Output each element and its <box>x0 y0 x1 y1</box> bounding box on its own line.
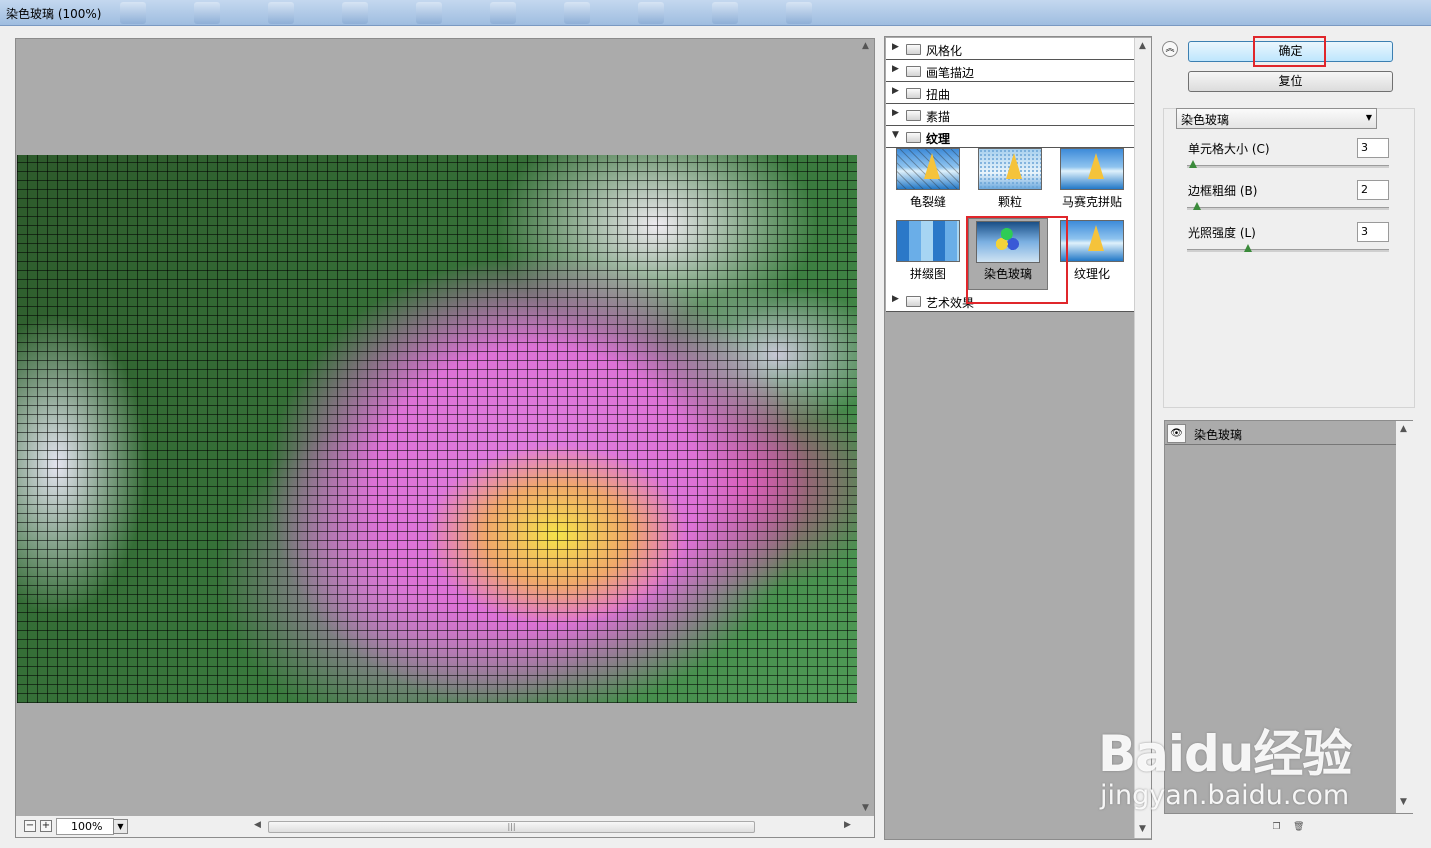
filter-select-value: 染色玻璃 <box>1181 113 1230 127</box>
window-title: 染色玻璃 (100%) <box>6 7 102 21</box>
scroll-up-icon[interactable]: ▲ <box>862 41 869 51</box>
scroll-thumb[interactable]: ||| <box>268 821 755 833</box>
cell-size-slider[interactable] <box>1187 165 1389 168</box>
category-label: 扭曲 <box>926 88 951 102</box>
border-thickness-input[interactable]: 2 <box>1357 180 1389 200</box>
preview-horizontal-scrollbar[interactable]: ◀ ||| ▶ <box>252 818 856 835</box>
effect-layer-name: 染色玻璃 <box>1194 428 1243 442</box>
task-icon[interactable] <box>638 2 664 24</box>
scroll-down-icon[interactable]: ▼ <box>1400 797 1407 807</box>
category-label: 纹理 <box>926 132 951 146</box>
task-icon[interactable] <box>268 2 294 24</box>
zoom-out-button[interactable]: − <box>24 820 36 832</box>
folder-icon <box>906 44 921 55</box>
cell-size-slider-thumb[interactable] <box>1189 160 1198 168</box>
collapse-gallery-icon[interactable]: ︽ <box>1162 41 1178 57</box>
folder-icon <box>906 66 921 77</box>
watermark-site: jingyan.baidu.com <box>1100 780 1350 811</box>
preview-vertical-scrollbar[interactable]: ▲ ▼ <box>857 39 874 815</box>
new-effect-layer-icon[interactable]: ❐ <box>1271 822 1282 833</box>
light-intensity-slider-thumb[interactable] <box>1243 244 1252 252</box>
task-icon[interactable] <box>120 2 146 24</box>
delete-effect-layer-icon[interactable]: 🗑 <box>1293 822 1304 833</box>
preview-toolbar: − + 100% ▼ ◀ ||| ▶ <box>16 816 874 837</box>
open-folder-icon <box>906 132 921 143</box>
collapse-arrow-icon[interactable]: ▼ <box>892 130 899 140</box>
filter-thumbnail <box>1060 220 1124 262</box>
category-label: 素描 <box>926 110 951 124</box>
filter-craquelure[interactable]: 龟裂缝 <box>892 148 964 214</box>
taskbar-icons <box>120 2 812 24</box>
filter-thumbnail <box>1060 148 1124 190</box>
filter-label: 马赛克拼贴 <box>1061 195 1122 209</box>
task-icon[interactable] <box>712 2 738 24</box>
task-icon[interactable] <box>342 2 368 24</box>
preview-panel: ▲ ▼ − + 100% ▼ ◀ ||| ▶ <box>15 38 875 838</box>
filter-mosaic-tiles[interactable]: 马赛克拼贴 <box>1056 148 1128 214</box>
category-sketch[interactable]: ▶ 素描 <box>886 104 1134 126</box>
dropdown-arrow-icon: ▼ <box>1365 113 1372 122</box>
filter-thumbnail <box>896 220 960 262</box>
cell-size-label: 单元格大小 (C) <box>1188 142 1270 156</box>
layers-scrollbar[interactable]: ▲ ▼ <box>1396 421 1413 813</box>
baidu-watermark: Baidu经验 jingyan.baidu.com <box>1098 714 1352 811</box>
filter-label: 颗粒 <box>997 195 1022 209</box>
cell-size-input[interactable]: 3 <box>1357 138 1389 158</box>
preview-image-stained-glass <box>17 155 858 703</box>
highlight-box-filter <box>966 216 1068 304</box>
filter-list: ▶ 风格化 ▶ 画笔描边 ▶ 扭曲 ▶ 素描 ▼ 纹理 龟裂缝 颗粒 马赛克拼贴… <box>886 38 1134 838</box>
filter-select[interactable]: 染色玻璃 ▼ <box>1176 108 1377 129</box>
light-intensity-input[interactable]: 3 <box>1357 222 1389 242</box>
category-texture[interactable]: ▼ 纹理 <box>886 126 1134 148</box>
preview-canvas[interactable] <box>16 39 858 815</box>
zoom-in-button[interactable]: + <box>40 820 52 832</box>
scroll-up-icon[interactable]: ▲ <box>1139 41 1146 51</box>
scroll-up-icon[interactable]: ▲ <box>1400 424 1407 434</box>
light-intensity-slider[interactable] <box>1187 249 1389 252</box>
expand-arrow-icon[interactable]: ▶ <box>892 86 899 96</box>
zoom-dropdown-button[interactable]: ▼ <box>113 819 128 834</box>
eye-icon[interactable]: 👁 <box>1167 424 1186 443</box>
scroll-down-icon[interactable]: ▼ <box>862 803 869 813</box>
filter-label: 龟裂缝 <box>909 195 946 209</box>
expand-arrow-icon[interactable]: ▶ <box>892 64 899 74</box>
filter-gallery-dialog: ▲ ▼ − + 100% ▼ ◀ ||| ▶ ▶ 风格化 ▶ 画笔描边 ▶ 扭曲… <box>0 26 1431 848</box>
folder-icon <box>906 296 921 307</box>
filter-thumbnail <box>978 148 1042 190</box>
task-icon[interactable] <box>194 2 220 24</box>
category-brush-strokes[interactable]: ▶ 画笔描边 <box>886 60 1134 82</box>
border-thickness-label: 边框粗细 (B) <box>1188 184 1258 198</box>
folder-icon <box>906 110 921 121</box>
highlight-box-ok <box>1253 36 1326 67</box>
folder-icon <box>906 88 921 99</box>
effect-layer-row[interactable]: 👁 染色玻璃 <box>1165 422 1396 445</box>
scroll-left-icon[interactable]: ◀ <box>254 820 261 830</box>
scroll-right-icon[interactable]: ▶ <box>844 820 851 830</box>
filter-label: 拼缀图 <box>909 267 946 281</box>
zoom-field[interactable]: 100% <box>56 818 114 835</box>
expand-arrow-icon[interactable]: ▶ <box>892 108 899 118</box>
watermark-brand: Baidu经验 <box>1098 725 1352 783</box>
task-icon[interactable] <box>786 2 812 24</box>
task-icon[interactable] <box>564 2 590 24</box>
title-bar: 染色玻璃 (100%) <box>0 0 1431 26</box>
border-thickness-slider-thumb[interactable] <box>1193 202 1202 210</box>
category-label: 风格化 <box>926 44 963 58</box>
filter-thumbnail <box>896 148 960 190</box>
category-stylize[interactable]: ▶ 风格化 <box>886 38 1134 60</box>
filter-grain[interactable]: 颗粒 <box>974 148 1046 214</box>
expand-arrow-icon[interactable]: ▶ <box>892 42 899 52</box>
category-distort[interactable]: ▶ 扭曲 <box>886 82 1134 104</box>
scroll-down-icon[interactable]: ▼ <box>1139 824 1146 834</box>
filter-patchwork[interactable]: 拼缀图 <box>892 220 964 286</box>
task-icon[interactable] <box>416 2 442 24</box>
category-label: 画笔描边 <box>926 66 975 80</box>
task-icon[interactable] <box>490 2 516 24</box>
light-intensity-label: 光照强度 (L) <box>1188 226 1256 240</box>
expand-arrow-icon[interactable]: ▶ <box>892 294 899 304</box>
reset-button[interactable]: 复位 <box>1188 71 1393 92</box>
border-thickness-slider[interactable] <box>1187 207 1389 210</box>
